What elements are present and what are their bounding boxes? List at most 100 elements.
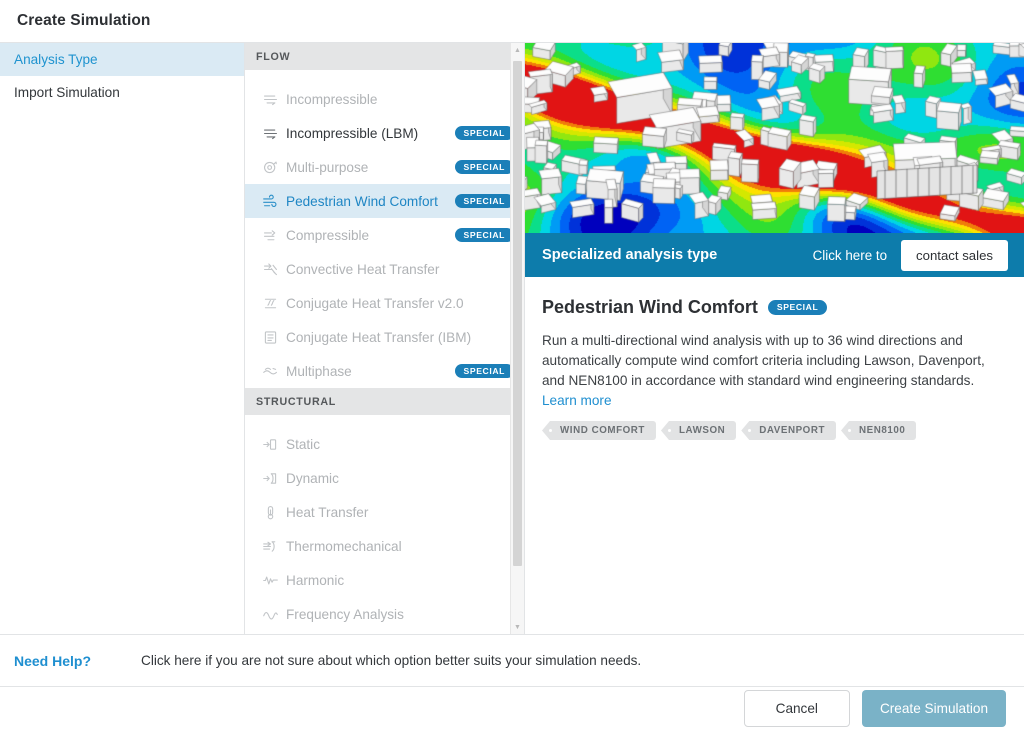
analysis-type-list-panel: FLOW Incompressible Incompressible (LBM) SP… xyxy=(245,43,525,634)
dialog-footer: Cancel Create Simulation xyxy=(0,687,1024,729)
detail-tag: LAWSON xyxy=(660,421,737,440)
detail-panel: Specialized analysis type Click here to … xyxy=(525,43,1024,634)
wind-icon xyxy=(259,193,281,210)
create-simulation-dialog: Create Simulation Analysis Type Import Si… xyxy=(0,0,1024,729)
page-title: Create Simulation xyxy=(17,12,151,29)
analysis-option-label: Incompressible (LBM) xyxy=(286,125,419,141)
detail-tag-label: WIND COMFORT xyxy=(560,425,645,436)
create-simulation-button[interactable]: Create Simulation xyxy=(861,689,1006,727)
group-header-label: FLOW xyxy=(256,50,291,63)
list-group-header-structural: STRUCTURAL xyxy=(245,388,524,415)
help-text: Click here if you are not sure about whi… xyxy=(141,653,642,668)
contact-sales-button[interactable]: contact sales xyxy=(901,239,1008,271)
scroll-up-arrow[interactable]: ▲ xyxy=(511,43,524,57)
detail-tags: WIND COMFORT LAWSON DAVENPORT NEN8100 xyxy=(542,421,1007,440)
banner-note: Click here to xyxy=(812,247,888,263)
special-badge: SPECIAL xyxy=(454,159,514,175)
specialized-banner: Specialized analysis type Click here to … xyxy=(525,233,1024,277)
analysis-option-multiphase[interactable]: Multiphase SPECIAL xyxy=(245,354,524,388)
special-badge: SPECIAL xyxy=(454,227,514,243)
analysis-option-frequency-analysis[interactable]: Frequency Analysis xyxy=(245,597,524,631)
analysis-option-label: Convective Heat Transfer xyxy=(286,261,440,277)
flow-lines-icon xyxy=(259,125,281,142)
analysis-option-dynamic[interactable]: Dynamic xyxy=(245,461,524,495)
dialog-titlebar: Create Simulation xyxy=(0,0,1024,43)
analysis-option-label: Harmonic xyxy=(286,572,345,588)
analysis-option-pedestrian-wind-comfort[interactable]: Pedestrian Wind Comfort SPECIAL xyxy=(245,184,524,218)
compressible-icon xyxy=(259,227,281,244)
detail-tag: NEN8100 xyxy=(841,421,917,440)
multiphase-icon xyxy=(259,363,281,380)
detail-title: Pedestrian Wind Comfort xyxy=(542,297,758,317)
detail-description: Run a multi-directional wind analysis wi… xyxy=(542,331,1002,411)
scroll-down-arrow[interactable]: ▼ xyxy=(511,620,524,634)
analysis-option-static[interactable]: Static xyxy=(245,427,524,461)
analysis-option-harmonic[interactable]: Harmonic xyxy=(245,563,524,597)
detail-tag-label: NEN8100 xyxy=(859,425,906,436)
conjugate-ibm-icon xyxy=(259,329,281,346)
analysis-option-label: Thermomechanical xyxy=(286,538,402,554)
sidebar-item-analysis-type[interactable]: Analysis Type xyxy=(0,43,244,76)
analysis-option-label: Pedestrian Wind Comfort xyxy=(286,193,438,209)
analysis-option-thermomechanical[interactable]: Thermomechanical xyxy=(245,529,524,563)
dynamic-icon xyxy=(259,470,281,487)
analysis-option-label: Static xyxy=(286,436,320,452)
need-help-link[interactable]: Need Help? xyxy=(0,653,141,669)
list-group-header-flow: FLOW xyxy=(245,43,524,70)
sidebar-item-label: Import Simulation xyxy=(14,85,120,100)
analysis-option-label: Conjugate Heat Transfer (IBM) xyxy=(286,329,472,345)
special-badge: SPECIAL xyxy=(454,363,514,379)
detail-tag-label: DAVENPORT xyxy=(759,425,825,436)
detail-tag: WIND COMFORT xyxy=(542,421,656,440)
scrollbar-thumb[interactable] xyxy=(513,61,522,566)
sidebar-item-import-simulation[interactable]: Import Simulation xyxy=(0,76,244,109)
analysis-option-label: Dynamic xyxy=(286,470,339,486)
scroll-up-glyph: ▲ xyxy=(514,46,521,54)
detail-tag-label: LAWSON xyxy=(678,425,726,436)
analysis-option-multi-purpose[interactable]: Multi-purpose SPECIAL xyxy=(245,150,524,184)
detail-content: Pedestrian Wind Comfort SPECIAL Run a mu… xyxy=(525,277,1024,634)
group-header-label: STRUCTURAL xyxy=(256,395,337,408)
analysis-option-label: Incompressible xyxy=(286,91,378,107)
help-bar: Need Help? Click here if you are not sur… xyxy=(0,634,1024,687)
analysis-option-heat-transfer[interactable]: Heat Transfer xyxy=(245,495,524,529)
analysis-option-convective-heat-transfer[interactable]: Convective Heat Transfer xyxy=(245,252,524,286)
detail-special-badge: SPECIAL xyxy=(767,300,828,315)
analysis-option-conjugate-heat-transfer-v2-0[interactable]: Conjugate Heat Transfer v2.0 xyxy=(245,286,524,320)
static-icon xyxy=(259,436,281,453)
thermomechanical-icon xyxy=(259,538,281,555)
frequency-icon xyxy=(259,606,281,623)
harmonic-icon xyxy=(259,572,281,589)
analysis-option-label: Multiphase xyxy=(286,363,352,379)
special-badge: SPECIAL xyxy=(454,193,514,209)
dialog-body: Analysis Type Import Simulation FLOW Incom… xyxy=(0,43,1024,634)
scroll-down-glyph: ▼ xyxy=(514,623,521,631)
analysis-option-compressible[interactable]: Compressible SPECIAL xyxy=(245,218,524,252)
analysis-option-label: Conjugate Heat Transfer v2.0 xyxy=(286,295,464,311)
thermometer-icon xyxy=(259,504,281,521)
convective-heat-icon xyxy=(259,261,281,278)
conjugate-heat-icon xyxy=(259,295,281,312)
detail-description-text: Run a multi-directional wind analysis wi… xyxy=(542,333,985,388)
simulation-preview-image xyxy=(525,43,1024,233)
analysis-option-incompressible-lbm-[interactable]: Incompressible (LBM) SPECIAL xyxy=(245,116,524,150)
analysis-option-incompressible[interactable]: Incompressible xyxy=(245,82,524,116)
wind-comfort-visualization xyxy=(525,43,1024,233)
sidebar-item-label: Analysis Type xyxy=(14,52,98,67)
list-scrollbar[interactable]: ▲ ▼ xyxy=(510,43,524,634)
multipurpose-icon xyxy=(259,159,281,176)
scrollbar-track[interactable] xyxy=(513,57,522,620)
special-badge: SPECIAL xyxy=(454,125,514,141)
sidebar: Analysis Type Import Simulation xyxy=(0,43,245,634)
analysis-type-list: FLOW Incompressible Incompressible (LBM) SP… xyxy=(245,43,524,634)
analysis-option-conjugate-heat-transfer-ibm-[interactable]: Conjugate Heat Transfer (IBM) xyxy=(245,320,524,354)
learn-more-link[interactable]: Learn more xyxy=(542,391,612,411)
flow-lines-icon xyxy=(259,91,281,108)
cancel-button[interactable]: Cancel xyxy=(743,689,850,727)
analysis-option-label: Compressible xyxy=(286,227,370,243)
analysis-option-label: Heat Transfer xyxy=(286,504,369,520)
banner-title: Specialized analysis type xyxy=(542,247,718,263)
detail-tag: DAVENPORT xyxy=(741,421,836,440)
